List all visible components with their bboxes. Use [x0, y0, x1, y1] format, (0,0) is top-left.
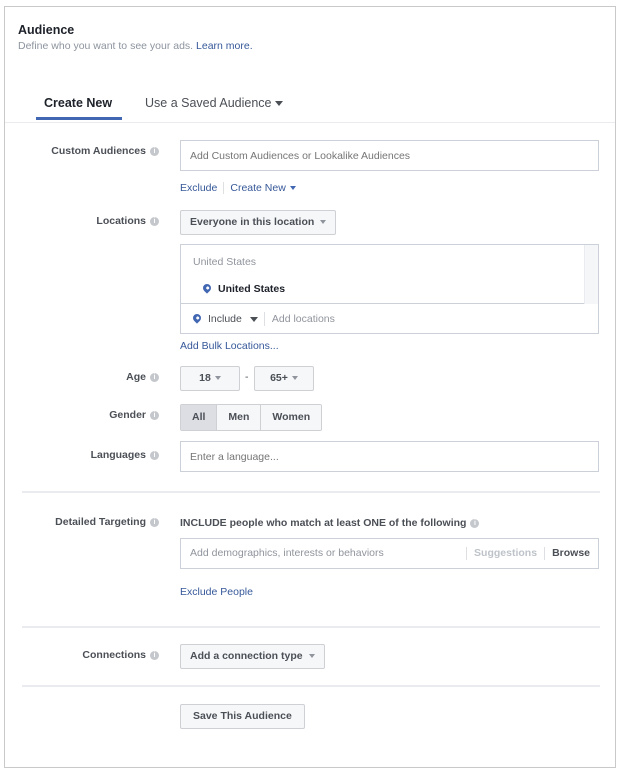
connection-type-value: Add a connection type — [190, 650, 303, 662]
description-text: Define who you want to see your ads. — [18, 40, 194, 52]
gender-selector: All Men Women — [180, 404, 323, 431]
browse-button[interactable]: Browse — [552, 547, 590, 559]
caret-down-icon — [214, 376, 221, 381]
gender-label: Gender i — [109, 409, 159, 421]
age-separator: - — [245, 371, 249, 383]
section-divider — [22, 626, 600, 628]
exclude-people-link[interactable]: Exclude People — [180, 586, 253, 598]
tab-saved-audience-label: Use a Saved Audience — [145, 96, 272, 110]
add-bulk-locations-link[interactable]: Add Bulk Locations... — [180, 340, 279, 352]
detailed-targeting-placeholder: Add demographics, interests or behaviors — [190, 547, 384, 559]
tab-saved-audience[interactable]: Use a Saved Audience — [145, 96, 284, 110]
location-type-dropdown[interactable]: Everyone in this location — [180, 210, 337, 235]
location-group-header: United States — [193, 256, 257, 268]
connections-label-text: Connections — [82, 649, 146, 661]
custom-audiences-label-text: Custom Audiences — [51, 145, 146, 157]
gender-option-all[interactable]: All — [181, 405, 218, 430]
info-icon[interactable]: i — [150, 517, 159, 527]
section-divider — [22, 491, 600, 493]
detailed-targeting-heading: INCLUDE people who match at least ONE of… — [180, 517, 480, 529]
save-audience-button[interactable]: Save This Audience — [180, 704, 305, 729]
link-separator — [223, 182, 225, 195]
separator — [466, 546, 468, 560]
info-icon[interactable]: i — [150, 216, 159, 226]
selected-location-label: United States — [218, 283, 286, 295]
caret-down-icon — [308, 654, 315, 659]
age-min-value: 18 — [199, 372, 211, 384]
location-pin-icon — [201, 282, 213, 294]
detailed-targeting-label-text: Detailed Targeting — [55, 516, 146, 528]
audience-tabs: Create New Use a Saved Audience — [5, 87, 615, 123]
caret-down-icon — [320, 220, 327, 225]
info-icon[interactable]: i — [150, 650, 159, 660]
languages-label-text: Languages — [90, 449, 146, 461]
age-max-dropdown[interactable]: 65+ — [254, 366, 314, 391]
create-new-link[interactable]: Create New — [230, 182, 296, 194]
caret-down-icon — [289, 186, 296, 191]
exclude-link[interactable]: Exclude — [180, 182, 217, 194]
gender-option-men[interactable]: Men — [217, 405, 262, 430]
detailed-targeting-input[interactable]: Add demographics, interests or behaviors… — [180, 538, 599, 569]
section-description: Define who you want to see your ads. Lea… — [18, 40, 253, 52]
caret-down-icon — [275, 101, 284, 107]
learn-more-link[interactable]: Learn more. — [196, 40, 253, 52]
location-add-row: Include Add locations — [191, 312, 335, 326]
connections-label: Connections i — [82, 649, 159, 661]
separator — [263, 312, 265, 326]
tab-create-new[interactable]: Create New — [44, 96, 112, 110]
locations-box: United States United States Include Add l… — [180, 244, 599, 334]
custom-audiences-label: Custom Audiences i — [51, 145, 159, 157]
detailed-targeting-heading-text: INCLUDE people who match at least ONE of… — [180, 517, 467, 529]
age-max-value: 65+ — [270, 372, 288, 384]
locations-label-text: Locations — [96, 215, 146, 227]
selected-locations-list: United States United States — [181, 245, 598, 304]
age-label-text: Age — [126, 371, 146, 383]
add-locations-input[interactable]: Add locations — [272, 313, 335, 325]
separator — [544, 546, 546, 560]
age-min-dropdown[interactable]: 18 — [180, 366, 240, 391]
location-type-value: Everyone in this location — [190, 216, 315, 228]
gender-option-women[interactable]: Women — [261, 405, 322, 430]
gender-label-text: Gender — [109, 409, 146, 421]
include-value: Include — [208, 312, 242, 325]
scrollbar[interactable] — [584, 245, 598, 304]
audience-panel: Audience Define who you want to see your… — [4, 6, 616, 768]
caret-down-icon — [291, 376, 298, 381]
detailed-targeting-actions: Suggestions Browse — [459, 539, 590, 568]
languages-label: Languages i — [91, 449, 159, 461]
detailed-targeting-label: Detailed Targeting i — [55, 516, 159, 528]
selected-location-item[interactable]: United States — [201, 282, 286, 295]
section-title: Audience — [18, 23, 75, 37]
caret-down-icon — [249, 316, 258, 322]
create-new-link-label: Create New — [230, 182, 286, 194]
custom-audiences-links: Exclude Create New — [180, 182, 296, 195]
section-divider — [22, 685, 600, 687]
age-label: Age i — [126, 371, 159, 383]
custom-audiences-input[interactable] — [180, 140, 599, 171]
info-icon[interactable]: i — [150, 372, 159, 382]
connection-type-dropdown[interactable]: Add a connection type — [180, 644, 325, 669]
info-icon[interactable]: i — [150, 450, 159, 460]
locations-label: Locations i — [96, 215, 159, 227]
suggestions-button[interactable]: Suggestions — [474, 547, 537, 559]
info-icon[interactable]: i — [150, 146, 159, 156]
info-icon[interactable]: i — [150, 410, 159, 420]
active-tab-indicator — [36, 117, 122, 120]
languages-input[interactable] — [180, 441, 599, 472]
info-icon[interactable]: i — [470, 518, 480, 528]
include-dropdown[interactable]: Include — [191, 312, 258, 325]
location-pin-icon — [191, 312, 203, 324]
